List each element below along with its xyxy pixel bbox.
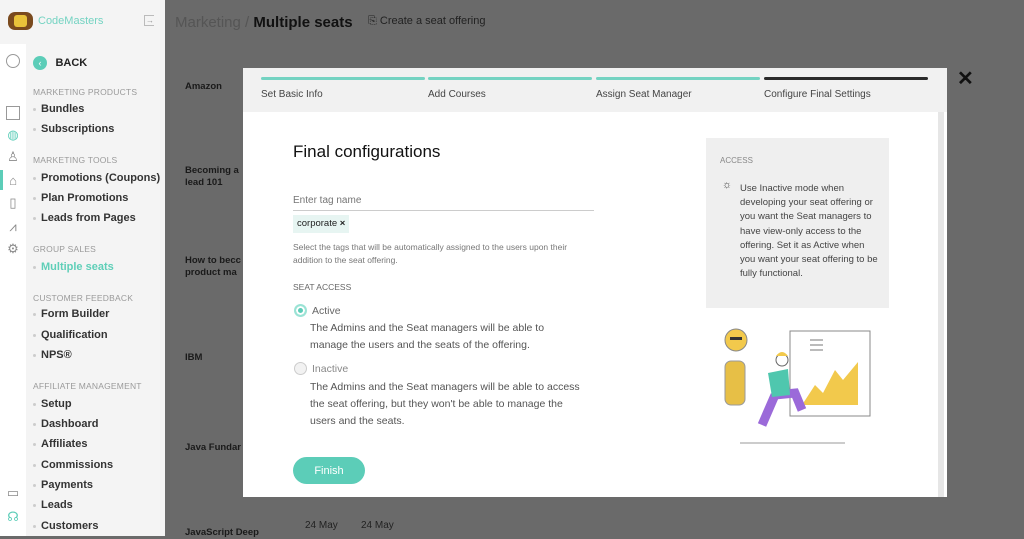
step-label: Configure Final Settings: [764, 89, 871, 100]
active-description: The Admins and the Seat managers will be…: [310, 322, 545, 351]
dashboard-icon[interactable]: [6, 54, 20, 68]
back-icon: ‹: [33, 55, 47, 70]
app-logo: [8, 12, 33, 30]
sidebar: CodeMasters → ◍ ♙ ⌂ ▯ ⩘ ⚙ ▭ ☊ ‹ BACK MAR…: [0, 0, 165, 536]
list-item[interactable]: Becoming a lead 101: [185, 165, 239, 189]
support-icon[interactable]: ☊: [6, 510, 20, 524]
sidebar-item-bundles[interactable]: Bundles: [33, 103, 84, 115]
create-seat-offering-label: Create a seat offering: [379, 15, 486, 27]
step-assign-seat-manager[interactable]: Assign Seat Manager: [596, 77, 760, 100]
sidebar-item-promotions[interactable]: Promotions (Coupons): [33, 172, 160, 184]
date-cell: 24 May: [305, 520, 338, 531]
analytics-icon[interactable]: ⩘: [6, 220, 20, 234]
illustration: [724, 328, 871, 444]
access-info-title: ACCESS: [720, 156, 753, 165]
sidebar-item-plan-promotions[interactable]: Plan Promotions: [33, 192, 128, 204]
list-item[interactable]: Amazon: [185, 81, 222, 93]
tag-label: corporate: [297, 218, 338, 229]
sidebar-item-nps[interactable]: NPS®: [33, 349, 72, 361]
breadcrumb-separator: /: [240, 14, 254, 31]
icon-rail: ◍ ♙ ⌂ ▯ ⩘ ⚙ ▭ ☊: [0, 44, 26, 536]
close-icon[interactable]: ✕: [957, 66, 974, 91]
sidebar-item-leads[interactable]: Leads: [33, 499, 73, 511]
clipboard-icon[interactable]: ▭: [6, 486, 20, 500]
mobile-icon[interactable]: ▯: [6, 196, 20, 210]
section-group-sales: GROUP SALES: [33, 244, 96, 254]
sidebar-item-multiple-seats[interactable]: Multiple seats: [33, 261, 114, 273]
step-label: Add Courses: [428, 89, 486, 100]
add-document-icon: ⎘: [368, 15, 377, 27]
back-label: BACK: [55, 56, 88, 69]
list-item[interactable]: JavaScript Deep: [185, 527, 259, 539]
sidebar-item-leads-from-pages[interactable]: Leads from Pages: [33, 212, 136, 224]
breadcrumb-parent[interactable]: Marketing: [175, 14, 241, 31]
settings-icon[interactable]: ⚙: [6, 242, 20, 256]
section-customer-feedback: CUSTOMER FEEDBACK: [33, 293, 134, 303]
section-marketing-tools: MARKETING TOOLS: [33, 155, 118, 165]
step-label: Assign Seat Manager: [596, 89, 692, 100]
lightbulb-icon: ☼: [722, 179, 733, 191]
tag-help-text: Select the tags that will be automatical…: [293, 242, 568, 265]
step-add-courses[interactable]: Add Courses: [428, 77, 592, 100]
coin-stack: [724, 360, 746, 406]
sidebar-item-payments[interactable]: Payments: [33, 479, 93, 491]
step-label: Set Basic Info: [261, 89, 323, 100]
inactive-label[interactable]: Inactive: [312, 363, 348, 375]
step-configure-final-settings[interactable]: Configure Final Settings: [764, 77, 928, 100]
seat-access-label: SEAT ACCESS: [293, 282, 352, 292]
list-item[interactable]: How to becc product ma: [185, 255, 241, 279]
sidebar-item-commissions[interactable]: Commissions: [33, 459, 113, 471]
sidebar-item-form-builder[interactable]: Form Builder: [33, 308, 109, 320]
list-item[interactable]: IBM: [185, 352, 202, 364]
sidebar-item-setup[interactable]: Setup: [33, 398, 72, 410]
section-marketing-products: MARKETING PRODUCTS: [33, 87, 138, 97]
radio-active[interactable]: [294, 304, 307, 317]
step-set-basic-info[interactable]: Set Basic Info: [261, 77, 425, 100]
remove-tag-icon[interactable]: ×: [340, 218, 346, 229]
sidebar-item-subscriptions[interactable]: Subscriptions: [33, 123, 114, 135]
tag-icon[interactable]: ⌂: [6, 174, 20, 188]
globe-icon[interactable]: ◍: [6, 128, 20, 142]
finish-button[interactable]: Finish: [293, 457, 365, 484]
date-cell: 24 May: [361, 520, 394, 531]
access-info-panel: ACCESS ☼ Use Inactive mode when developi…: [706, 138, 889, 308]
seat-offering-modal: Set Basic Info Add Courses Assign Seat M…: [243, 68, 947, 497]
page-title: Multiple seats: [253, 14, 353, 31]
modal-title: Final configurations: [293, 142, 441, 161]
sidebar-item-affiliates[interactable]: Affiliates: [33, 438, 87, 450]
page-icon[interactable]: [6, 106, 20, 120]
section-affiliate-management: AFFILIATE MANAGEMENT: [33, 381, 142, 391]
tag-name-input[interactable]: [293, 191, 594, 211]
user-icon[interactable]: ♙: [6, 150, 20, 164]
radio-inactive[interactable]: [294, 362, 307, 375]
active-indicator: [0, 170, 3, 190]
access-info-text: Use Inactive mode when developing your s…: [740, 183, 878, 280]
sidebar-item-dashboard[interactable]: Dashboard: [33, 418, 98, 430]
inactive-description: The Admins and the Seat managers will be…: [310, 381, 580, 427]
active-label[interactable]: Active: [312, 305, 341, 317]
scrollbar[interactable]: [938, 112, 944, 497]
tag-chip: corporate ×: [293, 215, 350, 233]
runner-body: [768, 369, 790, 397]
logout-icon[interactable]: →: [144, 15, 154, 26]
stepper: Set Basic Info Add Courses Assign Seat M…: [243, 68, 947, 112]
sidebar-item-customers[interactable]: Customers: [33, 520, 98, 532]
create-seat-offering-button[interactable]: ⎘ Create a seat offering: [368, 15, 485, 28]
breadcrumb: Marketing / Multiple seats: [175, 14, 353, 31]
back-button[interactable]: ‹ BACK: [33, 54, 87, 72]
list-item[interactable]: Java Fundar: [185, 442, 241, 454]
app-name[interactable]: CodeMasters: [38, 15, 103, 27]
sidebar-item-qualification[interactable]: Qualification: [33, 329, 108, 341]
